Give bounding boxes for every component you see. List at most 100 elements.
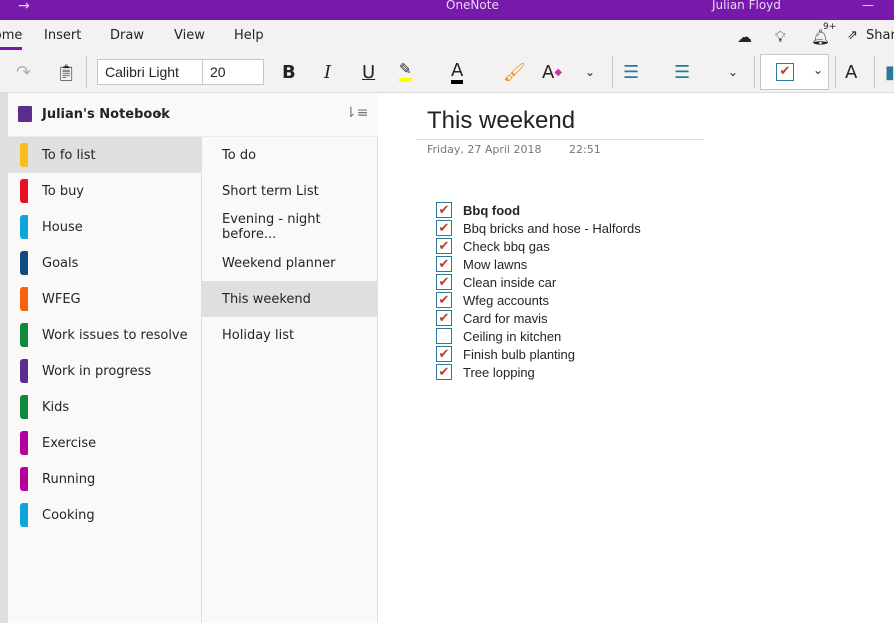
section-label: To fo list [42,147,96,163]
page-item[interactable]: To do [202,137,377,173]
page-item[interactable]: Holiday list [202,317,377,353]
todo-text[interactable]: Bbq food [463,203,520,218]
todo-item: ✔ Finish bulb planting [436,345,641,363]
section-item[interactable]: House [8,209,201,245]
section-item[interactable]: To buy [8,173,201,209]
page-label: Weekend planner [222,255,336,271]
chevron-down-icon[interactable]: ⌄ [585,60,595,84]
bullet-list-icon[interactable]: ☰ [623,60,639,84]
todo-tag-button[interactable]: ✔ ⌄ [760,54,829,90]
page-canvas[interactable]: This weekend Friday, 27 April 2018 22:51… [378,93,894,623]
ribbon-toolbar: ↷ 📋︎ Calibri Light 20 B I U ✎ A 🖌︎ A ◆ ⌄ … [0,52,894,93]
section-label: Kids [42,399,70,415]
section-label: Exercise [42,435,97,451]
section-item[interactable]: Goals [8,245,201,281]
underline-button[interactable]: U [362,60,375,84]
forward-icon[interactable]: → [18,0,30,14]
todo-checkbox[interactable]: ✔ [436,256,452,272]
bold-button[interactable]: B [282,60,296,84]
font-size-input[interactable]: 20 [210,64,226,80]
todo-list: ✔ Bbq food ✔ Bbq bricks and hose - Halfords… [436,201,641,381]
font-picker[interactable]: Calibri Light 20 [97,59,264,85]
todo-item: ✔ Bbq food [436,201,641,219]
share-button[interactable]: Share [866,28,894,43]
section-label: To buy [42,183,85,199]
todo-text[interactable]: Bbq bricks and hose - Halfords [463,221,641,236]
section-label: Work issues to resolve [42,327,188,343]
font-color-icon[interactable]: A [451,60,464,84]
todo-checkbox[interactable]: ✔ [436,292,452,308]
section-item[interactable]: To fo list [8,137,201,173]
section-color-tab [20,467,28,491]
format-painter-icon[interactable]: 🖌︎ [503,60,526,84]
nav-strip [0,93,8,623]
section-color-tab [20,323,28,347]
section-label: House [42,219,83,235]
todo-text[interactable]: Tree lopping [463,365,535,380]
section-item[interactable]: Exercise [8,425,201,461]
section-item[interactable]: WFEG [8,281,201,317]
todo-text[interactable]: Check bbq gas [463,239,550,254]
chevron-down-icon[interactable]: ⌄ [813,63,823,77]
lightbulb-icon[interactable]: 💡︎ [775,28,786,46]
todo-checkbox[interactable]: ✔ [436,346,452,362]
chevron-down-icon[interactable]: ⌄ [154,105,164,119]
section-list: To fo list To buy House Goals WFEG Work issue… [8,137,202,623]
todo-checkbox[interactable]: ✔ [436,310,452,326]
minimize-button[interactable]: — [862,0,874,12]
section-item[interactable]: Running [8,461,201,497]
todo-text[interactable]: Clean inside car [463,275,556,290]
section-item[interactable]: Cooking [8,497,201,533]
page-item[interactable]: This weekend [202,281,377,317]
todo-checkbox[interactable]: ✔ [436,238,452,254]
tab-draw[interactable]: Draw [110,28,144,43]
page-item[interactable]: Evening - night before... [202,209,377,245]
sort-icon[interactable]: ⇂≡ [345,105,368,121]
sync-icon[interactable]: ☁ [737,28,752,46]
notebook-name[interactable]: Julian's Notebook [42,107,170,122]
todo-checkbox[interactable] [436,328,452,344]
page-item[interactable]: Short term List [202,173,377,209]
section-color-tab [20,431,28,455]
tab-view[interactable]: View [174,28,205,43]
todo-checkbox[interactable]: ✔ [436,202,452,218]
todo-checkbox[interactable]: ✔ [436,274,452,290]
section-item[interactable]: Work in progress [8,353,201,389]
tab-insert[interactable]: Insert [44,28,81,43]
numbered-list-icon[interactable]: ☰ [674,60,690,84]
todo-item: ✔ Clean inside car [436,273,641,291]
clipboard-icon[interactable]: 📋︎ [56,60,76,84]
todo-text[interactable]: Card for mavis [463,311,548,326]
todo-checkbox[interactable]: ✔ [436,220,452,236]
section-item[interactable]: Kids [8,389,201,425]
todo-item: ✔ Mow lawns [436,255,641,273]
tab-help[interactable]: Help [234,28,264,43]
section-item[interactable]: Work issues to resolve [8,317,201,353]
section-color-tab [20,287,28,311]
redo-icon[interactable]: ↷ [16,60,31,84]
highlight-icon[interactable]: ✎ [399,60,412,82]
section-color-tab [20,251,28,275]
user-name[interactable]: Julian Floyd [712,0,781,12]
todo-text[interactable]: Ceiling in kitchen [463,329,561,344]
todo-text[interactable]: Mow lawns [463,257,527,272]
page-label: Evening - night before... [222,212,321,242]
share-icon[interactable]: ⇗ [847,28,858,43]
italic-button[interactable]: I [324,60,331,84]
page-title[interactable]: This weekend [427,107,575,135]
font-name-input[interactable]: Calibri Light [105,64,179,80]
dictate-icon[interactable]: ▮ [885,60,894,84]
spelling-icon[interactable]: A [845,60,857,84]
title-bar: → OneNote Julian Floyd — [0,0,894,20]
notebook-icon [18,106,32,122]
page-label: This weekend [222,291,311,307]
chevron-down-icon[interactable]: ⌄ [728,60,738,84]
todo-text[interactable]: Finish bulb planting [463,347,575,362]
clear-formatting-icon[interactable]: A ◆ [542,60,562,84]
section-label: WFEG [42,291,81,307]
tab-home[interactable]: Home [0,28,23,50]
page-item[interactable]: Weekend planner [202,245,377,281]
todo-checkbox[interactable]: ✔ [436,364,452,380]
todo-text[interactable]: Wfeg accounts [463,293,549,308]
todo-item: ✔ Card for mavis [436,309,641,327]
